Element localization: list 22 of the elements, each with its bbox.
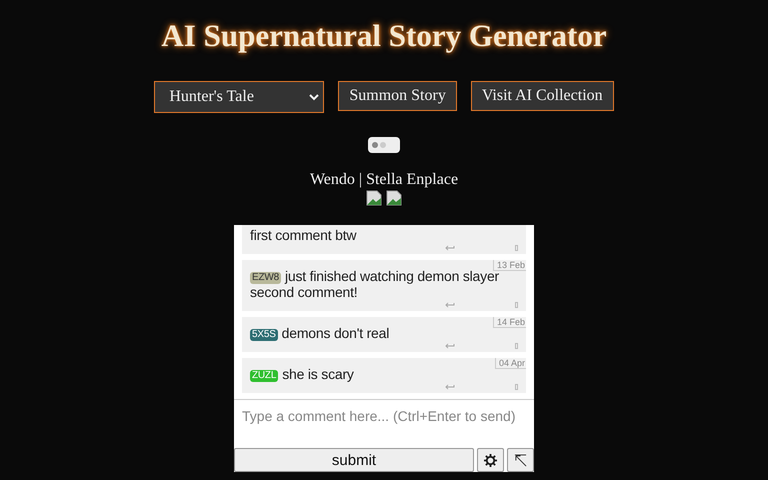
expand-button[interactable] xyxy=(507,448,534,472)
reply-icon[interactable] xyxy=(445,384,455,390)
comment-date: 04 Apr xyxy=(494,358,526,369)
broken-image-icon xyxy=(366,190,382,206)
reply-icon[interactable] xyxy=(445,343,455,349)
chevron-icon xyxy=(309,93,320,101)
comment-date: 13 Feb xyxy=(492,260,526,271)
comment-text: first comment btw xyxy=(250,227,358,243)
action-button[interactable]: Visit AI Collection xyxy=(470,81,614,111)
settings-button[interactable] xyxy=(477,448,504,472)
page-title: AI Supernatural Story Generator xyxy=(161,18,607,54)
action-button[interactable]: Summon Story xyxy=(338,81,457,111)
broken-image-icon xyxy=(386,190,402,206)
submit-button[interactable]: submit xyxy=(234,448,474,472)
toggle-switch[interactable] xyxy=(368,137,400,153)
arrow-icon xyxy=(514,454,527,466)
settings-icon xyxy=(484,454,497,466)
credits-text: Wendo | Stella Enplace xyxy=(310,171,458,189)
comment-date: 14 Feb xyxy=(492,317,526,328)
reply-icon[interactable] xyxy=(445,302,455,308)
story-select[interactable]: Hunter's Tale xyxy=(154,81,324,113)
reply-icon[interactable] xyxy=(445,245,455,251)
